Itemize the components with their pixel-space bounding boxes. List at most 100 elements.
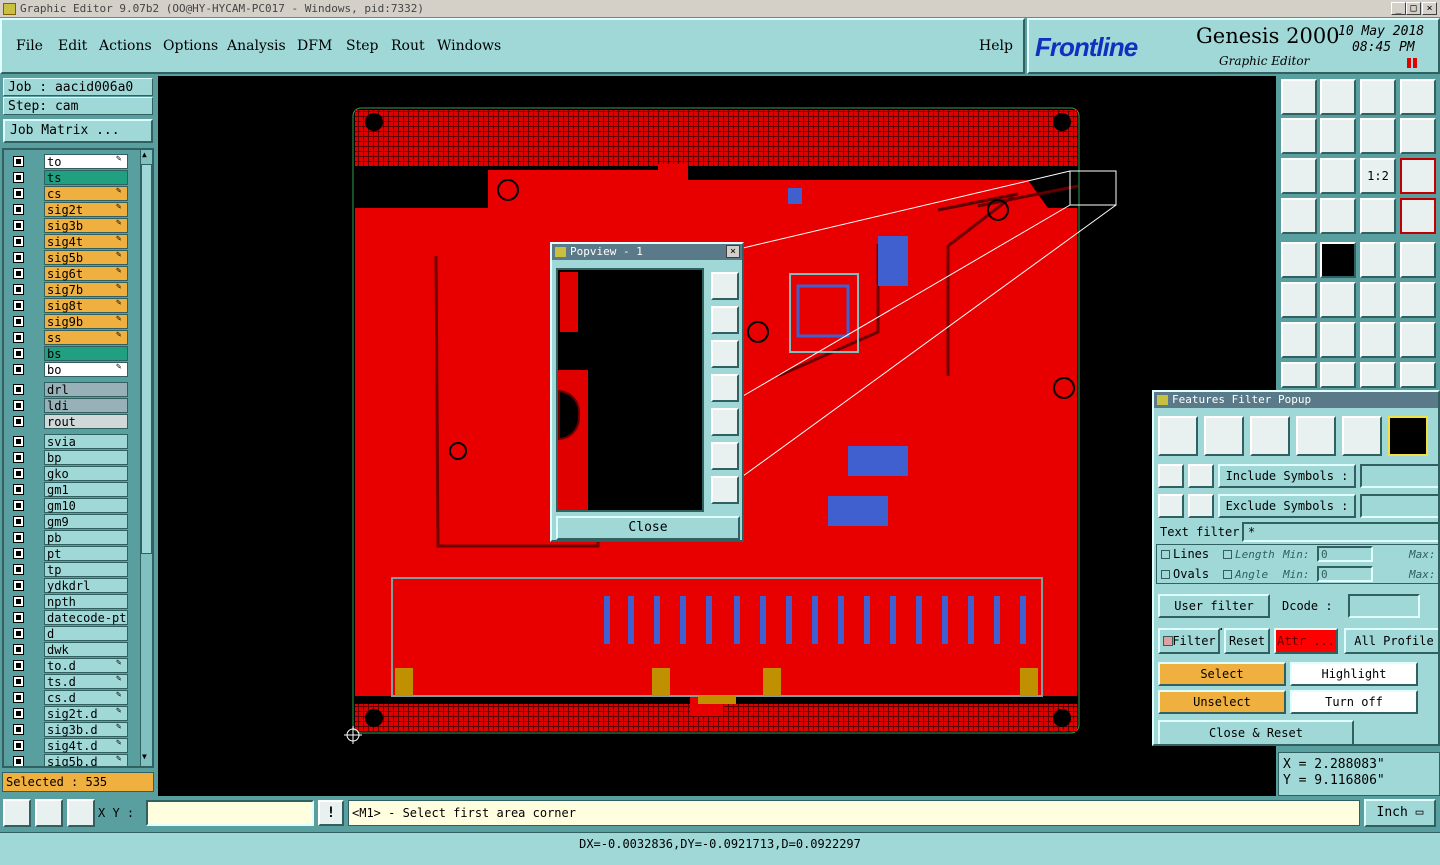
popview-close-icon[interactable]: × [726, 245, 740, 258]
layer-checkbox[interactable] [13, 500, 24, 511]
measure-icon[interactable] [35, 799, 63, 827]
layer-row-drl[interactable]: drl [10, 382, 130, 397]
layer-row-dwk[interactable]: dwk [10, 642, 130, 657]
include-symbols-field[interactable] [1360, 464, 1438, 488]
reset-button[interactable]: Reset [1224, 628, 1270, 654]
layer-row-bs[interactable]: bs [10, 346, 130, 361]
ovals-checkbox[interactable] [1161, 570, 1170, 579]
menu-options[interactable]: Options [163, 38, 218, 54]
layer-checkbox[interactable] [13, 300, 24, 311]
popview-zoom-in-icon[interactable] [711, 272, 739, 300]
unselect-button[interactable]: Unselect [1158, 690, 1286, 714]
tool-filter-icon[interactable] [1400, 322, 1436, 358]
alert-icon[interactable]: ! [318, 800, 344, 826]
layer-row-sig5b[interactable]: sig5b ✎ [10, 250, 130, 265]
layer-row-ydkdrl[interactable]: ydkdrl [10, 578, 130, 593]
filter-surface-icon[interactable] [1250, 416, 1290, 456]
tool-layer-icon[interactable] [1360, 198, 1396, 234]
layer-row-sig3b.d[interactable]: sig3b.d ✎ [10, 722, 130, 737]
layer-scrollbar[interactable]: ▲ ▼ [140, 150, 152, 766]
layer-checkbox[interactable] [13, 436, 24, 447]
layer-row-gm1[interactable]: gm1 [10, 482, 130, 497]
lines-checkbox[interactable] [1161, 550, 1170, 559]
tool-cross-icon[interactable] [1320, 282, 1356, 318]
tool-extra-3-icon[interactable] [1360, 362, 1396, 388]
popview-pan-right-icon[interactable] [711, 408, 739, 436]
xy-input[interactable] [146, 800, 314, 826]
layer-row-pb[interactable]: pb [10, 530, 130, 545]
popview-canvas[interactable] [556, 268, 704, 512]
layer-row-ss[interactable]: ss ✎ [10, 330, 130, 345]
tool-pad-icon[interactable] [1400, 242, 1436, 278]
layer-row-gko[interactable]: gko [10, 466, 130, 481]
layer-row-gm10[interactable]: gm10 [10, 498, 130, 513]
layer-checkbox[interactable] [13, 676, 24, 687]
select-button[interactable]: Select [1158, 662, 1286, 686]
filter-line-icon[interactable] [1158, 416, 1198, 456]
layer-row-ts.d[interactable]: ts.d ✎ [10, 674, 130, 689]
popview-fit-icon[interactable] [711, 442, 739, 470]
layer-checkbox[interactable] [13, 316, 24, 327]
exclude-symbols-field[interactable] [1360, 494, 1438, 518]
attr-button[interactable]: Attr ... [1274, 628, 1338, 654]
zoom-area-icon[interactable] [3, 799, 31, 827]
tool-redraw-icon[interactable] [1400, 118, 1436, 154]
layer-checkbox[interactable] [13, 484, 24, 495]
layer-row-cs.d[interactable]: cs.d ✎ [10, 690, 130, 705]
layer-checkbox[interactable] [13, 628, 24, 639]
layer-checkbox[interactable] [13, 252, 24, 263]
layer-checkbox[interactable] [13, 220, 24, 231]
text-filter-input[interactable]: * [1242, 522, 1438, 542]
layer-row-d[interactable]: d [10, 626, 130, 641]
layer-row-sig4t[interactable]: sig4t ✎ [10, 234, 130, 249]
tool-diag-icon[interactable] [1320, 322, 1356, 358]
layer-checkbox[interactable] [13, 660, 24, 671]
layer-checkbox[interactable] [13, 236, 24, 247]
all-profile-button[interactable]: All Profile [1344, 628, 1438, 654]
tool-home-icon[interactable] [1360, 79, 1396, 115]
layer-checkbox[interactable] [13, 596, 24, 607]
layer-row-ts[interactable]: ts [10, 170, 130, 185]
layer-row-sig5b.d[interactable]: sig5b.d ✎ [10, 754, 130, 766]
tool-net-icon[interactable] [1400, 198, 1436, 234]
menu-windows[interactable]: Windows [437, 38, 501, 54]
layer-checkbox[interactable] [13, 416, 24, 427]
layer-checkbox[interactable] [13, 580, 24, 591]
layer-checkbox[interactable] [13, 172, 24, 183]
filter-pad-icon[interactable] [1204, 416, 1244, 456]
turn-off-button[interactable]: Turn off [1290, 690, 1418, 714]
close-window-button[interactable]: × [1422, 2, 1437, 15]
angle-checkbox[interactable] [1223, 570, 1232, 579]
layer-row-ldi[interactable]: ldi [10, 398, 130, 413]
tool-help-icon[interactable] [1400, 158, 1436, 194]
tool-view-icon[interactable] [1281, 79, 1317, 115]
layer-row-tp[interactable]: tp [10, 562, 130, 577]
popview-close-button[interactable]: Close [556, 516, 740, 540]
menu-step[interactable]: Step [346, 38, 378, 54]
job-matrix-button[interactable]: Job Matrix ... [3, 119, 153, 143]
layer-checkbox[interactable] [13, 384, 24, 395]
layer-row-npth[interactable]: npth [10, 594, 130, 609]
layer-row-rout[interactable]: rout [10, 414, 130, 429]
layer-row-sig8t[interactable]: sig8t ✎ [10, 298, 130, 313]
exclude-pick-icon[interactable] [1158, 494, 1184, 518]
popview-center-icon[interactable] [711, 476, 739, 504]
filter-text-icon[interactable] [1342, 416, 1382, 456]
layer-checkbox[interactable] [13, 548, 24, 559]
close-reset-button[interactable]: Close & Reset [1158, 720, 1354, 744]
exclude-symbols-button[interactable]: Exclude Symbols : [1218, 494, 1356, 518]
layer-row-sig2t.d[interactable]: sig2t.d ✎ [10, 706, 130, 721]
popview-pan-left-icon[interactable] [711, 374, 739, 402]
layer-row-cs[interactable]: cs ✎ [10, 186, 130, 201]
layer-row-sig9b[interactable]: sig9b ✎ [10, 314, 130, 329]
tool-center-icon[interactable] [1320, 158, 1356, 194]
maximize-button[interactable]: □ [1406, 2, 1421, 15]
layer-row-sig4t.d[interactable]: sig4t.d ✎ [10, 738, 130, 753]
exclude-clear-icon[interactable] [1188, 494, 1214, 518]
filter-toggle[interactable]: Filter [1158, 628, 1220, 654]
menu-edit[interactable]: Edit [58, 38, 87, 54]
layer-checkbox[interactable] [13, 724, 24, 735]
include-pick-icon[interactable] [1158, 464, 1184, 488]
length-checkbox[interactable] [1223, 550, 1232, 559]
length-min-field[interactable]: 0 [1317, 546, 1373, 562]
